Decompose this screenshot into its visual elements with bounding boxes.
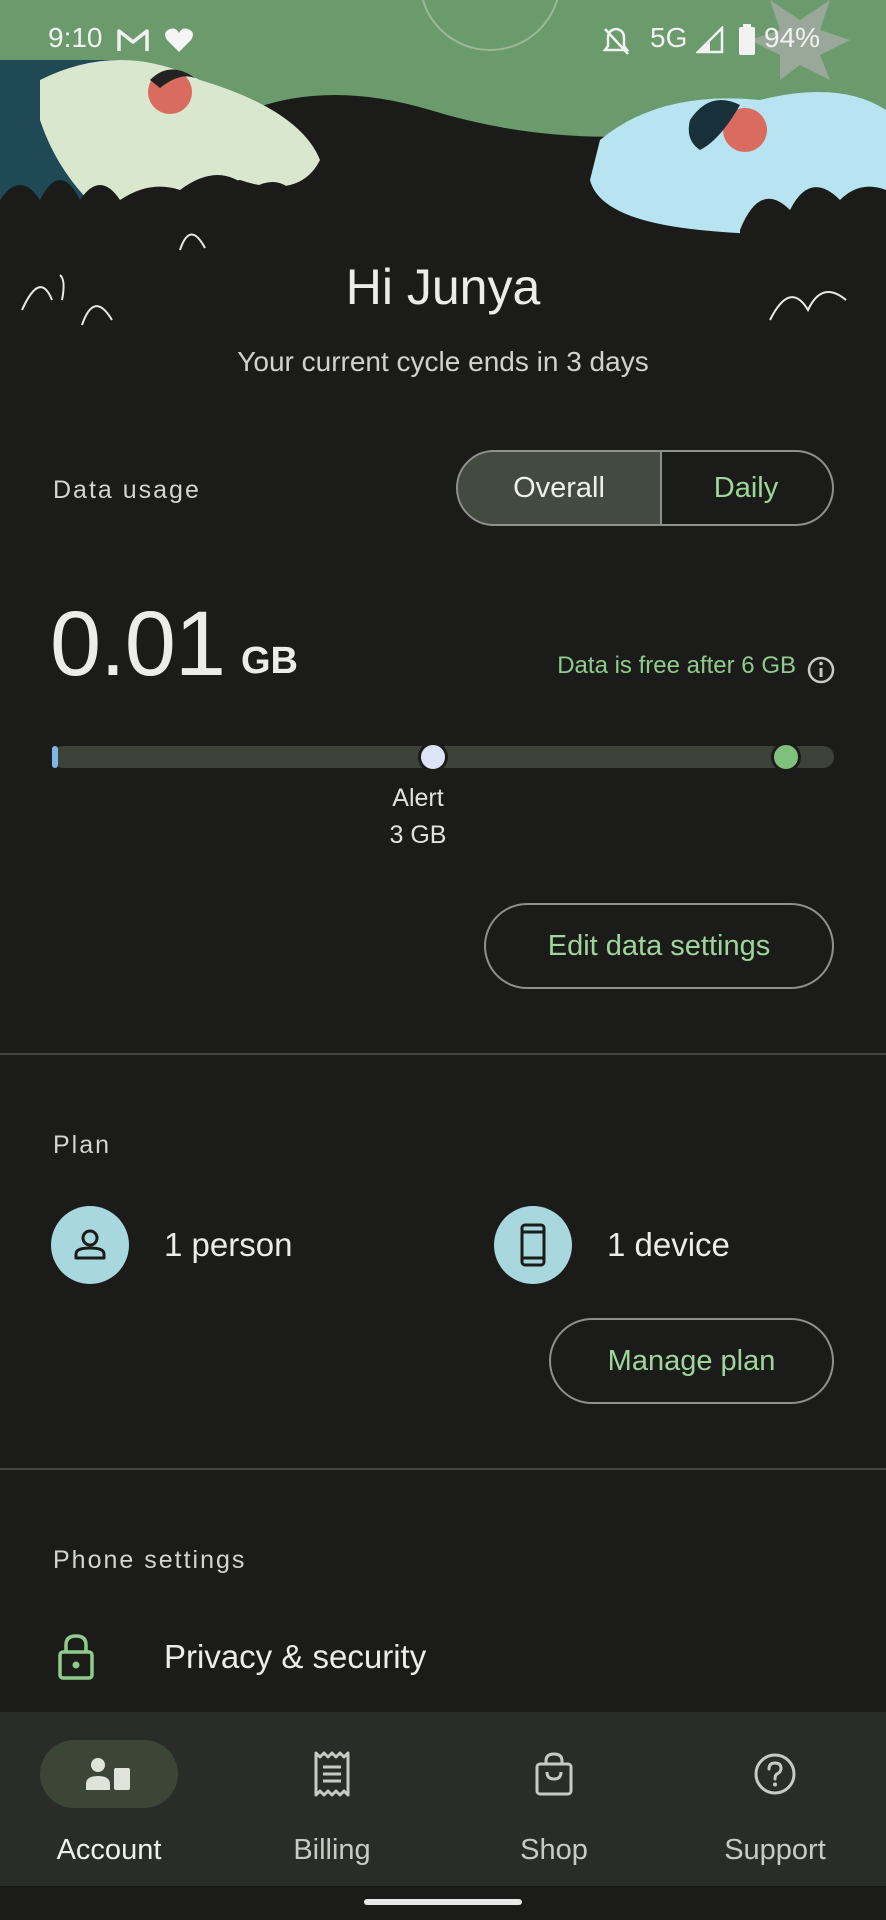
- privacy-security-row[interactable]: Privacy & security: [0, 1620, 886, 1700]
- network-label: 5G: [650, 22, 688, 53]
- divider: [0, 1468, 886, 1470]
- lock-icon: [56, 1632, 96, 1687]
- home-indicator[interactable]: [364, 1899, 522, 1905]
- toggle-overall[interactable]: Overall: [456, 450, 662, 526]
- info-icon[interactable]: [806, 655, 836, 690]
- heart-icon: [164, 26, 194, 59]
- battery-icon: [738, 24, 756, 61]
- status-time: 9:10: [48, 22, 103, 53]
- gmail-icon: [116, 26, 150, 59]
- nav-billing-label: Billing: [293, 1834, 371, 1866]
- toggle-daily-label: Daily: [713, 471, 779, 504]
- signal-icon: [694, 24, 724, 59]
- manage-plan-label: Manage plan: [607, 1344, 776, 1377]
- alert-value: 3 GB: [389, 821, 447, 849]
- battery-percent: 94%: [764, 22, 821, 53]
- nav-account-label: Account: [56, 1834, 162, 1866]
- account-icon: [40, 1740, 178, 1808]
- plan-devices: 1 device: [607, 1226, 730, 1263]
- greeting-title: Hi Junya: [345, 259, 541, 315]
- toggle-daily[interactable]: Daily: [660, 450, 834, 526]
- free-limit-marker: [771, 742, 801, 772]
- alert-marker[interactable]: [418, 742, 448, 772]
- plan-label: Plan: [53, 1131, 112, 1159]
- free-data-note: Data is free after 6 GB: [557, 652, 796, 679]
- person-icon: [51, 1206, 129, 1284]
- plan-people: 1 person: [164, 1226, 293, 1263]
- toggle-overall-label: Overall: [513, 471, 605, 504]
- nav-shop[interactable]: Shop: [459, 1712, 649, 1886]
- phone-icon: [494, 1206, 572, 1284]
- nav-support[interactable]: Support: [680, 1712, 870, 1886]
- bottom-navigation: Account Billing Shop Support: [0, 1712, 886, 1886]
- nav-shop-label: Shop: [520, 1834, 588, 1866]
- phone-settings-label: Phone settings: [53, 1546, 247, 1574]
- usage-fill: [52, 746, 58, 768]
- manage-plan-button[interactable]: Manage plan: [549, 1318, 834, 1404]
- edit-data-settings-label: Edit data settings: [547, 929, 771, 962]
- nav-account[interactable]: Account: [14, 1712, 204, 1886]
- mute-icon: [602, 26, 630, 61]
- shopping-bag-icon: [485, 1740, 623, 1808]
- help-icon: [706, 1740, 844, 1808]
- privacy-security-label: Privacy & security: [164, 1638, 427, 1675]
- edit-data-settings-button[interactable]: Edit data settings: [484, 903, 834, 989]
- receipt-icon: [263, 1740, 401, 1808]
- cycle-subtitle: Your current cycle ends in 3 days: [237, 346, 649, 377]
- nav-billing[interactable]: Billing: [237, 1712, 427, 1886]
- nav-support-label: Support: [724, 1834, 826, 1866]
- alert-label: Alert: [392, 784, 444, 812]
- usage-unit: GB: [241, 640, 298, 682]
- usage-amount: 0.01: [50, 593, 226, 695]
- data-usage-label: Data usage: [53, 476, 201, 504]
- divider: [0, 1053, 886, 1055]
